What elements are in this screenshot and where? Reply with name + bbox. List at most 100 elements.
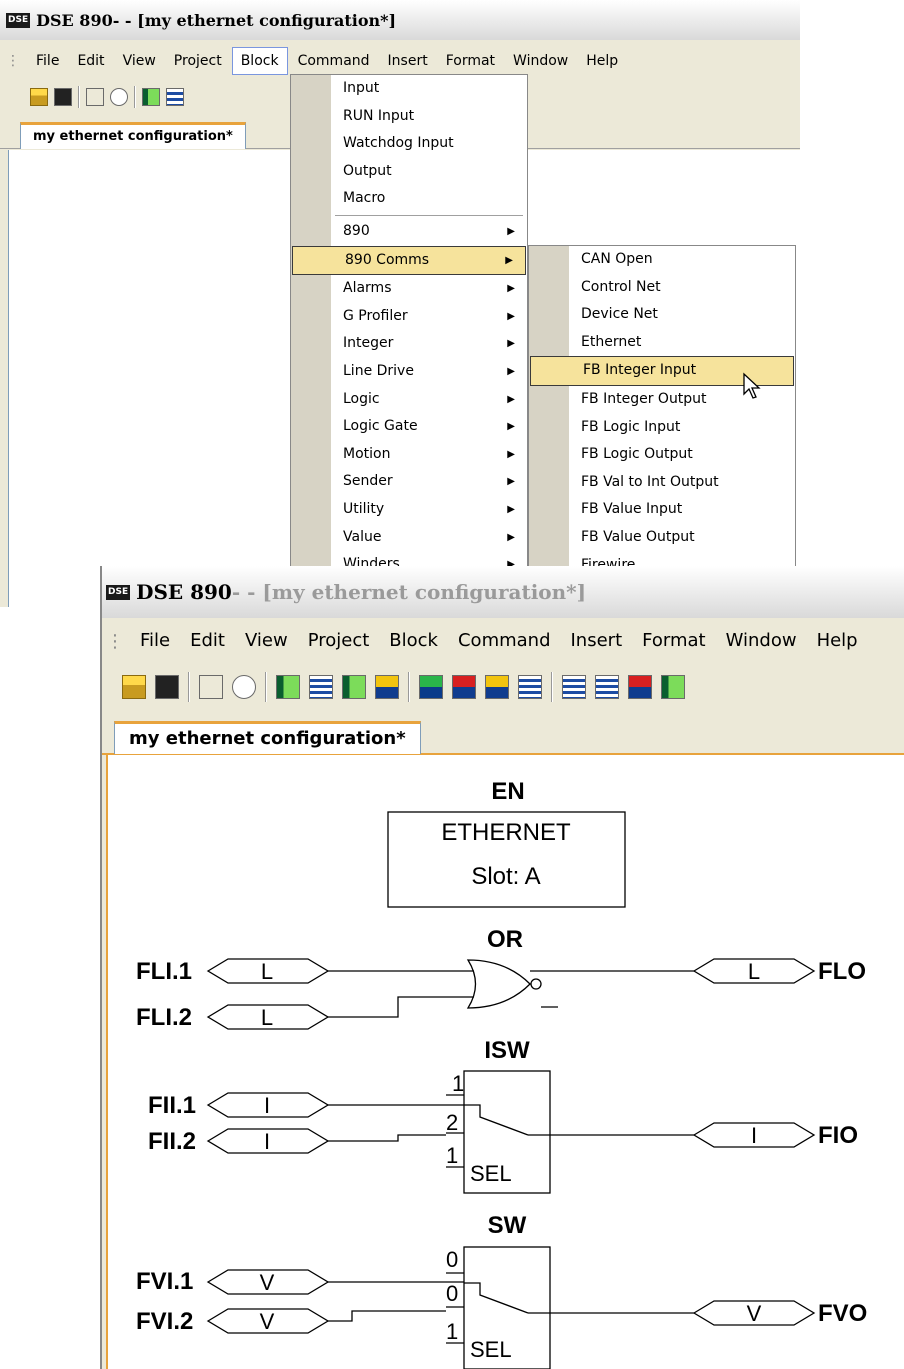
menu-format[interactable]: Format (634, 628, 713, 654)
menu-view[interactable]: View (115, 48, 164, 74)
or-input-2[interactable]: FLI.2 L (136, 1004, 330, 1031)
input-block-icon[interactable] (276, 675, 300, 699)
input-block-icon[interactable] (142, 88, 160, 106)
logic-block-icon[interactable] (342, 675, 366, 699)
sel-label: SEL (470, 1337, 512, 1362)
block-icon[interactable] (199, 675, 223, 699)
menu-item-run-input[interactable]: RUN Input (291, 103, 527, 131)
menu-item-value[interactable]: Value ▶ (291, 524, 527, 552)
menu-item-integer[interactable]: Integer ▶ (291, 330, 527, 358)
menu-format[interactable]: Format (438, 48, 503, 74)
submenu-item-can-open[interactable]: CAN Open (529, 246, 795, 274)
menu-item-macro[interactable]: Macro (291, 185, 527, 213)
menu-file[interactable]: File (28, 48, 67, 74)
menu-item-watchdog-input[interactable]: Watchdog Input (291, 130, 527, 158)
flag-icon[interactable] (628, 675, 652, 699)
menu-insert[interactable]: Insert (380, 48, 436, 74)
menu-block[interactable]: Block (381, 628, 446, 654)
sw-input-1[interactable]: FVI.1 V (136, 1268, 330, 1295)
menu-item-g-profiler[interactable]: G Profiler ▶ (291, 303, 527, 331)
or-block[interactable]: OR (466, 926, 542, 1009)
green-block-icon[interactable] (419, 675, 443, 699)
menu-command[interactable]: Command (450, 628, 559, 654)
monitor-icon[interactable] (661, 675, 685, 699)
menu-item-motion[interactable]: Motion ▶ (291, 441, 527, 469)
menu-item-logic[interactable]: Logic ▶ (291, 386, 527, 414)
sw-output[interactable]: V FVO (692, 1300, 867, 1327)
connector-icon[interactable] (375, 675, 399, 699)
input-name: FVI.1 (136, 1268, 193, 1295)
menu-file[interactable]: File (132, 628, 178, 654)
menu-item-output[interactable]: Output (291, 158, 527, 186)
menu-block[interactable]: Block (231, 47, 288, 75)
block-icon[interactable] (86, 88, 104, 106)
sw-block[interactable]: SW 0 0 1 SEL (446, 1212, 551, 1369)
menu-item-utility[interactable]: Utility ▶ (291, 496, 527, 524)
menu-edit[interactable]: Edit (182, 628, 233, 654)
input-type: I (264, 1093, 270, 1118)
tab-document[interactable]: my ethernet configuration* (20, 122, 246, 149)
input-name: FLI.2 (136, 1004, 192, 1031)
menu-window[interactable]: Window (505, 48, 576, 74)
menu-item-line-drive[interactable]: Line Drive ▶ (291, 358, 527, 386)
diagram-canvas[interactable]: EN ETHERNET Slot: A OR FLI.1 L FLI.2 L L… (106, 755, 904, 1369)
yellow-block-icon[interactable] (485, 675, 509, 699)
or-output[interactable]: L FLO (692, 958, 866, 985)
submenu-item-ethernet[interactable]: Ethernet (529, 329, 795, 357)
tab-document[interactable]: my ethernet configuration* (114, 721, 421, 754)
menu-item-sender[interactable]: Sender ▶ (291, 468, 527, 496)
menu-insert[interactable]: Insert (563, 628, 631, 654)
pin-label: 1 (446, 1319, 458, 1344)
menu-item-logic-gate[interactable]: Logic Gate ▶ (291, 413, 527, 441)
submenu-item-fb-value-input[interactable]: FB Value Input (529, 496, 795, 524)
input-type: I (264, 1129, 270, 1154)
zoom-icon[interactable] (232, 675, 256, 699)
zoom-icon[interactable] (110, 88, 128, 106)
submenu-item-control-net[interactable]: Control Net (529, 274, 795, 302)
output-block-icon[interactable] (309, 675, 333, 699)
isw-input-1[interactable]: FII.1 I (148, 1092, 330, 1119)
grid-icon[interactable] (562, 675, 586, 699)
menu-project[interactable]: Project (166, 48, 230, 74)
menu-view[interactable]: View (237, 628, 296, 654)
input-name: FVI.2 (136, 1308, 193, 1335)
open-folder-icon[interactable] (30, 88, 48, 106)
menu-help[interactable]: Help (809, 628, 866, 654)
menu-window[interactable]: Window (718, 628, 805, 654)
output-block-icon[interactable] (166, 88, 184, 106)
menu-item-input[interactable]: Input (291, 75, 527, 103)
submenu-item-fb-value-output[interactable]: FB Value Output (529, 524, 795, 552)
comms-submenu: CAN Open Control Net Device Net Ethernet… (528, 245, 796, 609)
menu-command[interactable]: Command (290, 48, 378, 74)
input-type: L (261, 1005, 273, 1030)
submenu-item-fb-logic-output[interactable]: FB Logic Output (529, 441, 795, 469)
submenu-arrow-icon: ▶ (507, 476, 515, 488)
submenu-item-device-net[interactable]: Device Net (529, 301, 795, 329)
submenu-item-fb-val-to-int-output[interactable]: FB Val to Int Output (529, 469, 795, 497)
menu-project[interactable]: Project (300, 628, 378, 654)
list-icon[interactable] (595, 675, 619, 699)
or-input-1[interactable]: FLI.1 L (136, 958, 330, 985)
menu-item-alarms[interactable]: Alarms ▶ (291, 275, 527, 303)
submenu-item-fb-logic-input[interactable]: FB Logic Input (529, 414, 795, 442)
table-block-icon[interactable] (518, 675, 542, 699)
isw-block[interactable]: ISW 1 2 1 SEL (446, 1037, 551, 1194)
save-icon[interactable] (155, 675, 179, 699)
submenu-arrow-icon: ▶ (507, 421, 515, 433)
menu-item-890[interactable]: 890 ▶ (291, 218, 527, 246)
sw-input-2[interactable]: FVI.2 V (136, 1308, 330, 1335)
menu-edit[interactable]: Edit (69, 48, 112, 74)
menu-item-890-comms[interactable]: 890 Comms ▶ (292, 245, 526, 276)
menu-item-label: Logic (343, 390, 380, 407)
red-block-icon[interactable] (452, 675, 476, 699)
menu-help[interactable]: Help (578, 48, 626, 74)
function-block-diagram: EN ETHERNET Slot: A OR FLI.1 L FLI.2 L L… (136, 778, 867, 1369)
open-folder-icon[interactable] (122, 675, 146, 699)
isw-input-2[interactable]: FII.2 I (148, 1128, 330, 1155)
save-icon[interactable] (54, 88, 72, 106)
ethernet-block[interactable]: EN ETHERNET Slot: A (387, 778, 626, 908)
isw-output[interactable]: I FIO (692, 1122, 858, 1149)
wire (328, 1134, 446, 1142)
output-name: FLO (818, 958, 866, 985)
output-type: V (747, 1301, 762, 1326)
